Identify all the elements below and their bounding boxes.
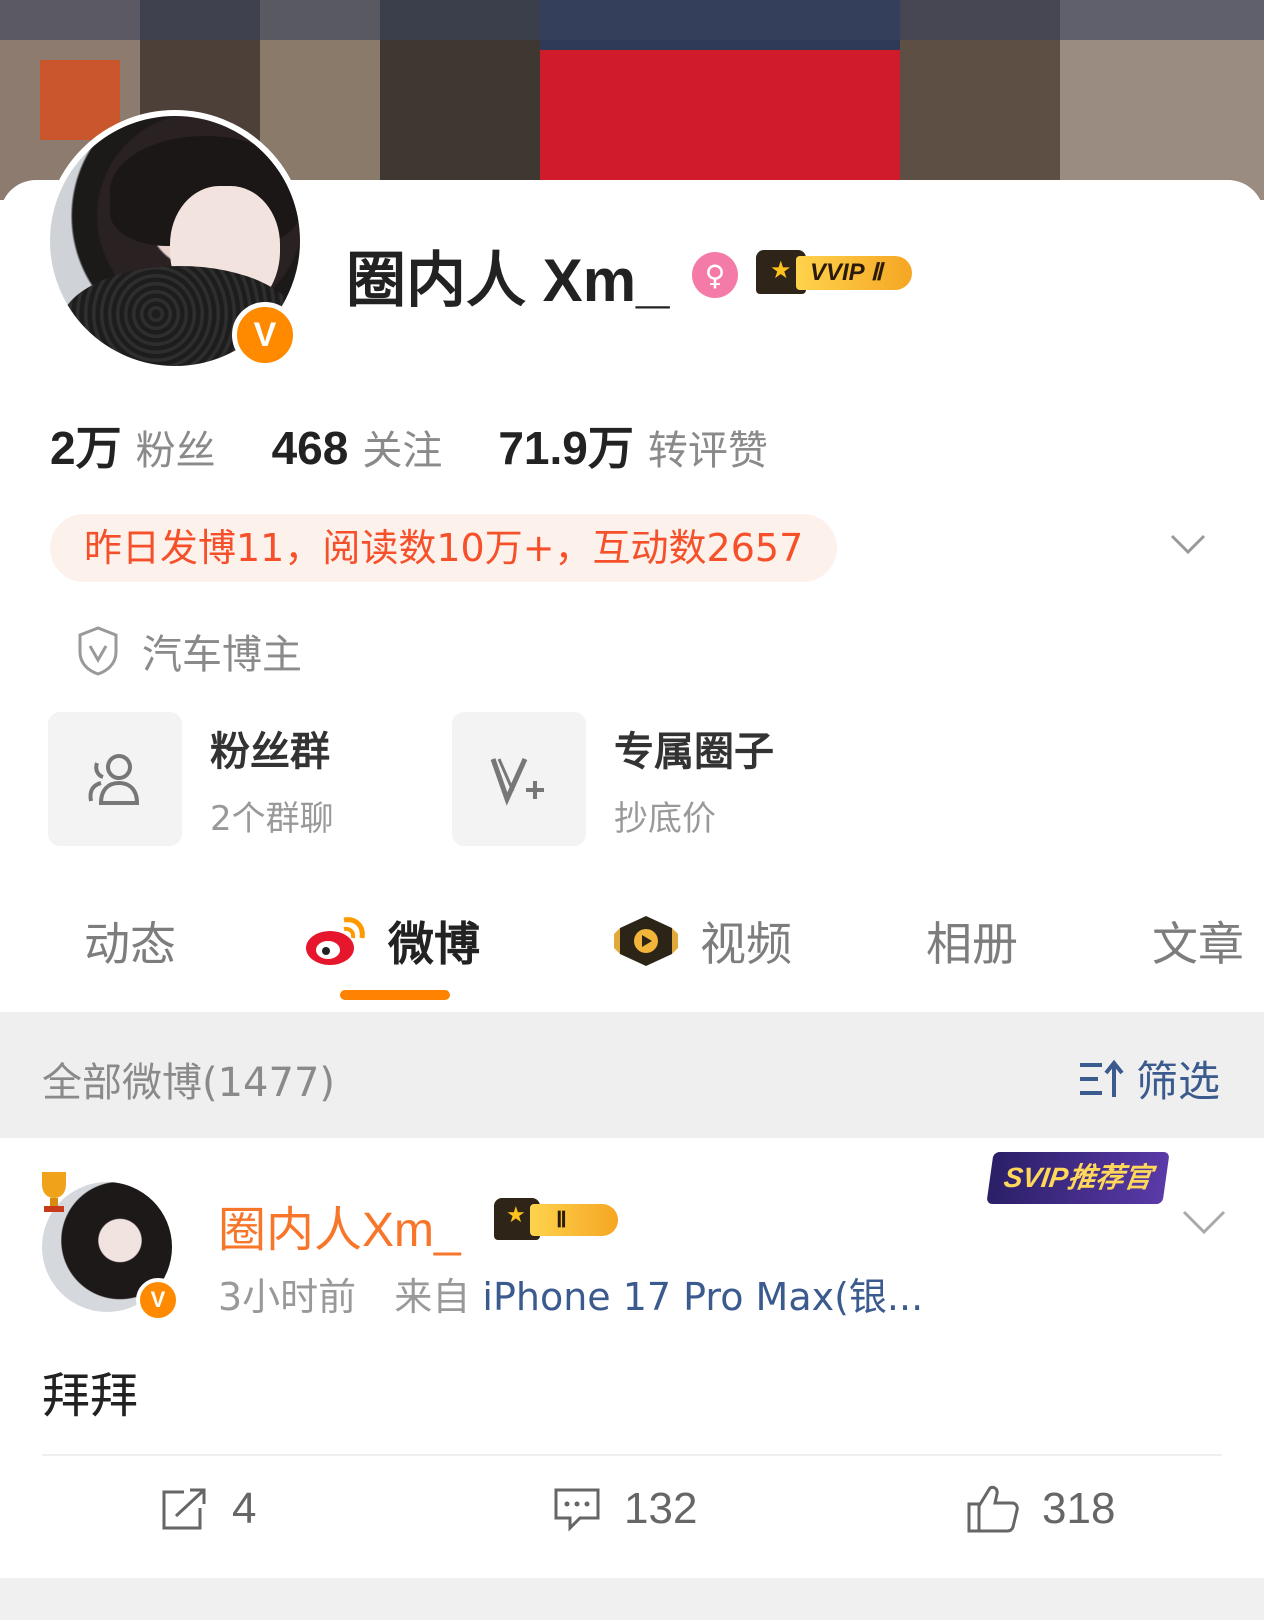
tile-subtitle: 2个群聊 [210, 798, 334, 839]
profile-name: 圈内人 Xm_ [346, 247, 670, 314]
profile-stats: 2万 粉丝 468 关注 71.9万 转评赞 [50, 412, 824, 478]
stat-number: 2万 [50, 422, 122, 474]
circle-v-icon [452, 712, 586, 846]
tab-label: 视频 [700, 917, 792, 971]
tile-subtitle: 抄底价 [614, 798, 716, 839]
repost-count: 4 [232, 1484, 257, 1533]
tab-label: 相册 [926, 917, 1018, 971]
vvip-label: VVIP Ⅱ [796, 256, 912, 290]
tile-title: 专属圈子 [614, 728, 774, 775]
weibo-logo-icon [306, 917, 365, 965]
stat-interactions[interactable]: 71.9万 转评赞 [498, 412, 768, 478]
post-meta: 3小时前 来自 iPhone 17 Pro Max(银... [218, 1266, 923, 1321]
filter-button[interactable]: 筛选 [1078, 1048, 1220, 1109]
female-gender-icon: ♀ [692, 252, 738, 298]
group-icon [48, 712, 182, 846]
comment-button[interactable]: 132 [552, 1484, 697, 1534]
stat-label: 粉丝 [135, 428, 216, 474]
feed-header: 全部微博(1477) 筛选 [0, 1012, 1264, 1138]
stat-fans[interactable]: 2万 粉丝 [50, 412, 216, 478]
stat-label: 关注 [362, 428, 443, 474]
post-text: 拜拜 [42, 1368, 139, 1424]
activity-summary[interactable]: 昨日发博11，阅读数10万+，互动数2657 [50, 514, 838, 582]
comment-count: 132 [624, 1484, 698, 1533]
exclusive-circle-tile[interactable]: 专属圈子 抄底价 [452, 712, 774, 846]
crown-level: Ⅱ [530, 1204, 618, 1236]
thumbs-up-icon [967, 1485, 1019, 1533]
stat-following[interactable]: 468 关注 [272, 418, 443, 476]
comment-icon [554, 1488, 600, 1532]
svip-recommender-badge[interactable]: SVIP推荐官 [986, 1152, 1170, 1204]
tab-label: 动态 [84, 917, 176, 971]
verified-mark: V [253, 315, 277, 354]
profile-tabs: 动态 微博 视频 相册 文章 [0, 900, 1264, 1000]
verified-badge: V [232, 302, 298, 368]
video-icon [614, 916, 678, 966]
tab-articles[interactable]: 文章 [1152, 908, 1244, 974]
post-from-prefix: 来自 [394, 1275, 471, 1319]
trophy-icon [42, 1172, 66, 1212]
tab-video[interactable]: 视频 [612, 908, 792, 974]
stat-label: 转评赞 [647, 428, 768, 474]
stat-number: 468 [271, 422, 349, 474]
tab-label: 微博 [388, 917, 480, 971]
repost-icon [162, 1488, 206, 1530]
stat-number: 71.9万 [498, 422, 634, 474]
filter-icon [1080, 1059, 1124, 1097]
verified-badge: V [136, 1278, 180, 1322]
weibo-post[interactable]: V 圈内人Xm_ Ⅱ SVIP推荐官 3小时前 来自 iPhone 17 Pro… [0, 1138, 1264, 1578]
active-tab-indicator [340, 990, 450, 1000]
post-time: 3小时前 [218, 1275, 357, 1319]
expand-chevron-icon[interactable] [1170, 526, 1206, 562]
certification-label: 汽车博主 [142, 632, 302, 678]
like-count: 318 [1042, 1484, 1116, 1533]
post-menu-chevron-icon[interactable] [1180, 1202, 1228, 1242]
tab-label: 文章 [1152, 917, 1244, 971]
feed-separator [0, 1578, 1264, 1620]
filter-label: 筛选 [1136, 1057, 1221, 1106]
post-source[interactable]: iPhone 17 Pro Max(银... [482, 1275, 923, 1319]
verified-mark: V [150, 1287, 166, 1312]
post-author-name[interactable]: 圈内人Xm_ [218, 1190, 461, 1260]
repost-button[interactable]: 4 [160, 1484, 256, 1534]
vip-crown-badge[interactable]: Ⅱ [494, 1198, 622, 1240]
shield-icon [78, 626, 118, 676]
tab-weibo[interactable]: 微博 [304, 908, 480, 974]
like-button[interactable]: 318 [966, 1484, 1115, 1534]
tab-dynamic[interactable]: 动态 [84, 908, 176, 974]
fan-group-tile[interactable]: 粉丝群 2个群聊 [48, 712, 334, 846]
vvip-badge[interactable]: VVIP Ⅱ [756, 250, 914, 294]
tile-title: 粉丝群 [210, 728, 330, 775]
all-posts-count: 全部微博(1477) [42, 1060, 336, 1106]
tab-album[interactable]: 相册 [926, 908, 1018, 974]
certification[interactable]: 汽车博主 [76, 622, 302, 680]
divider [42, 1454, 1222, 1456]
